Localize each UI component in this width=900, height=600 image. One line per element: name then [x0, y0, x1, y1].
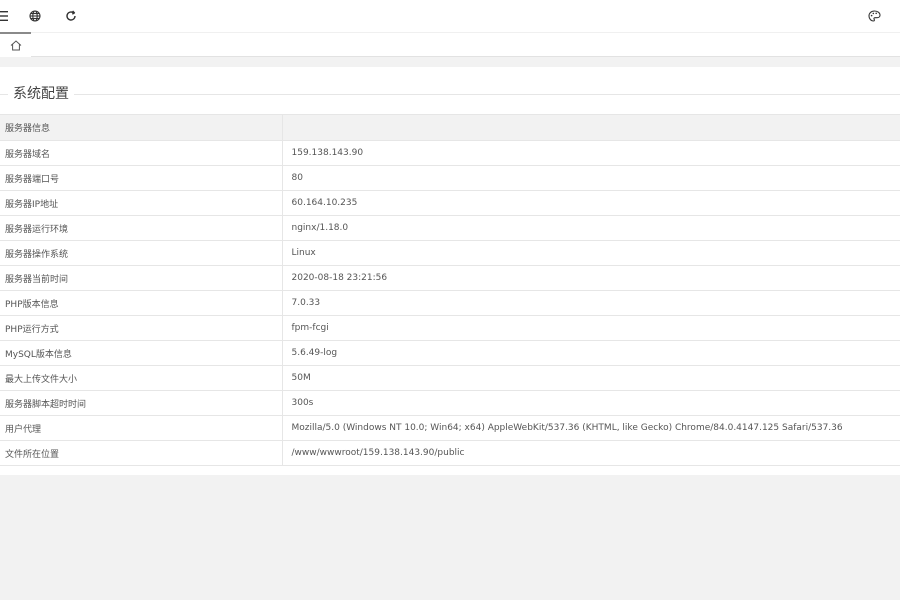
row-label: 服务器端口号 — [0, 165, 283, 191]
row-label: PHP运行方式 — [0, 315, 283, 341]
table-row: 服务器IP地址 60.164.10.235 — [0, 190, 900, 216]
row-label: 服务器运行环境 — [0, 215, 283, 241]
row-label: 用户代理 — [0, 415, 283, 441]
table-row: 服务器运行环境 nginx/1.18.0 — [0, 215, 900, 241]
row-value: 300s — [282, 390, 900, 416]
table-row: MySQL版本信息 5.6.49-log — [0, 340, 900, 366]
top-header — [0, 0, 900, 32]
table-row: PHP版本信息 7.0.33 — [0, 290, 900, 316]
menu-icon[interactable] — [0, 8, 10, 24]
row-value: nginx/1.18.0 — [282, 215, 900, 241]
row-label: 最大上传文件大小 — [0, 365, 283, 391]
row-value: 2020-08-18 23:21:56 — [282, 265, 900, 291]
table-row: 服务器端口号 80 — [0, 165, 900, 191]
row-label: 服务器操作系统 — [0, 240, 283, 266]
row-label: PHP版本信息 — [0, 290, 283, 316]
server-info-table: 服务器信息 服务器域名 159.138.143.90 服务器端口号 80 服务器… — [0, 114, 900, 466]
row-value: Linux — [282, 240, 900, 266]
table-header-label: 服务器信息 — [0, 114, 283, 141]
table-header-row: 服务器信息 — [0, 114, 900, 141]
table-row: 最大上传文件大小 50M — [0, 365, 900, 391]
row-label: 文件所在位置 — [0, 440, 283, 466]
table-row: 服务器操作系统 Linux — [0, 240, 900, 266]
globe-icon[interactable] — [27, 8, 43, 24]
section-title: 系统配置 — [8, 84, 74, 104]
row-label: 服务器域名 — [0, 140, 283, 166]
table-row: 文件所在位置 /www/wwwroot/159.138.143.90/publi… — [0, 440, 900, 466]
table-row: 服务器域名 159.138.143.90 — [0, 140, 900, 166]
row-label: 服务器当前时间 — [0, 265, 283, 291]
row-value: /www/wwwroot/159.138.143.90/public — [282, 440, 900, 466]
row-value: fpm-fcgi — [282, 315, 900, 341]
tab-bar — [0, 32, 900, 57]
system-config-card: 系统配置 服务器信息 服务器域名 159.138.143.90 服务器端口号 8… — [0, 67, 900, 475]
table-row: PHP运行方式 fpm-fcgi — [0, 315, 900, 341]
table-row: 用户代理 Mozilla/5.0 (Windows NT 10.0; Win64… — [0, 415, 900, 441]
row-value: 7.0.33 — [282, 290, 900, 316]
table-row: 服务器当前时间 2020-08-18 23:21:56 — [0, 265, 900, 291]
row-label: 服务器脚本超时时间 — [0, 390, 283, 416]
row-value: 60.164.10.235 — [282, 190, 900, 216]
row-value: 50M — [282, 365, 900, 391]
row-value: 5.6.49-log — [282, 340, 900, 366]
row-value: 159.138.143.90 — [282, 140, 900, 166]
fieldset-divider — [0, 94, 900, 95]
palette-icon[interactable] — [866, 8, 882, 24]
row-value: Mozilla/5.0 (Windows NT 10.0; Win64; x64… — [282, 415, 900, 441]
row-label: MySQL版本信息 — [0, 340, 283, 366]
tab-home[interactable] — [0, 32, 31, 57]
refresh-icon[interactable] — [63, 8, 79, 24]
table-header-value — [282, 114, 900, 141]
table-row: 服务器脚本超时时间 300s — [0, 390, 900, 416]
row-value: 80 — [282, 165, 900, 191]
home-icon — [10, 36, 22, 55]
row-label: 服务器IP地址 — [0, 190, 283, 216]
